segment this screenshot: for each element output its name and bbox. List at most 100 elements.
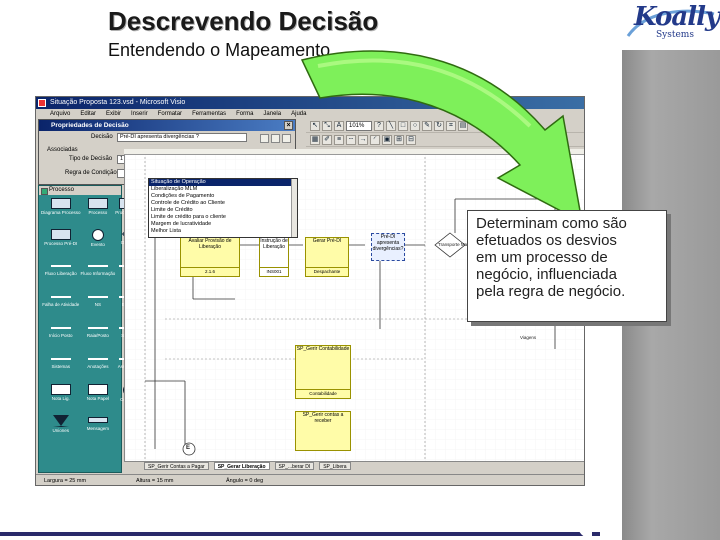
node-label: Gerar Pré-DI	[312, 238, 342, 244]
stencil-shape[interactable]: Início Posto	[41, 322, 81, 349]
dialog-title-text: Propriedades de Decisão	[51, 122, 129, 129]
start-post-icon	[50, 327, 71, 329]
stencil-shape[interactable]: Uniones	[41, 415, 81, 442]
rectangle-tool-icon[interactable]: □	[398, 120, 408, 131]
callout-line: Determinam como são	[476, 215, 627, 232]
stencil-shape[interactable]: Falha de Atividade	[41, 291, 81, 318]
shapes-stencil-panel: Processo Diagrama Processo Processo Proc…	[38, 185, 143, 473]
slide-subtitle: Entendendo o Mapeamento	[108, 40, 331, 60]
shape-label: Início Posto	[49, 333, 73, 338]
process-gerar-predi[interactable]: Gerar Pré-DI Despachante	[305, 237, 349, 277]
shape-label: Nota Lig.	[51, 396, 70, 401]
menu-item-janela[interactable]: Janela	[263, 109, 281, 119]
decision-label: Pré-DI apresenta divergências?	[372, 234, 404, 252]
dialog-close-icon[interactable]: ×	[284, 121, 293, 130]
menu-item-formatar[interactable]: Formatar	[158, 109, 182, 119]
dropdown-option[interactable]: Limite de Crédito	[149, 207, 297, 214]
shape-label: Falha de Atividade	[42, 302, 80, 307]
copy-icon[interactable]	[271, 134, 280, 143]
corner-rounding-icon[interactable]: ◜	[370, 134, 380, 145]
stencil-shape[interactable]: NS	[81, 291, 116, 318]
company-logo: Koally Systems	[626, 2, 720, 46]
zoom-select[interactable]: 101%	[346, 120, 372, 131]
stencil-shape[interactable]: Fluxo Informação	[80, 260, 116, 287]
window-title: Situação Proposta 123.vsd - Microsoft Vi…	[50, 99, 186, 106]
menu-item-ajuda[interactable]: Ajuda	[291, 109, 306, 119]
stencil-shape[interactable]: Nota Papel	[81, 384, 116, 411]
tipo-decisao-label: Tipo de Decisão	[69, 156, 113, 162]
shape-label: Uniones	[52, 428, 70, 433]
connector-tool-icon[interactable]: ⤡	[322, 120, 332, 131]
stencil-shape[interactable]: Evento	[81, 229, 116, 256]
dropdown-option[interactable]: Margem de lucratividade	[149, 221, 297, 228]
menu-item-exibir[interactable]: Exibir	[106, 109, 121, 119]
decision-predi-divergencias[interactable]: Pré-DI apresenta divergências?	[371, 233, 405, 261]
tab-contas-pagar[interactable]: SP_Gerir Contas a Pagar	[144, 462, 209, 470]
print-icon[interactable]	[282, 134, 291, 143]
help-icon[interactable]: ?	[374, 120, 384, 131]
dropdown-option[interactable]: Melhor Lista	[149, 228, 297, 235]
process-avaliar-provisao[interactable]: Avaliar Provisão de Liberação 2.1.6	[180, 237, 240, 277]
stencil-shape[interactable]: Sistemas	[41, 353, 81, 380]
event-marker: E	[186, 445, 191, 451]
status-height: Altura = 15 mm	[136, 478, 174, 484]
menu-item-arquivo[interactable]: Arquivo	[50, 109, 70, 119]
save-icon[interactable]	[260, 134, 269, 143]
dropdown-option[interactable]: Situação de Operação	[149, 179, 297, 186]
toolbar-row-standard: ↖ ⤡ A 101% ? ╲ □ ○ ✎ ↻ ⌗ ▤	[306, 119, 584, 133]
tab-libera[interactable]: SP_Libera	[319, 462, 351, 470]
line-pattern-icon[interactable]: ┄	[346, 134, 356, 145]
ellipse-tool-icon[interactable]: ○	[410, 120, 420, 131]
dropdown-option[interactable]: Limite de crédito para o cliente	[149, 214, 297, 221]
stencil-shape[interactable]: Mensagem	[81, 415, 116, 442]
subprocess-gerir-contabilidade[interactable]: SP_Gerir Contabilidade Contabilidade	[295, 345, 351, 399]
line-color-icon[interactable]: ✐	[322, 134, 332, 145]
logo-word: Koally	[634, 2, 720, 32]
slide-title: Descrevendo Decisão	[108, 6, 379, 36]
crop-icon[interactable]: ⌗	[446, 120, 456, 131]
stencil-shape[interactable]: Diagrama Processo	[41, 198, 81, 225]
rotate-icon[interactable]: ↻	[434, 120, 444, 131]
dropdown-option[interactable]: Liberalização MLM	[149, 186, 297, 193]
stencil-shape[interactable]: Anotações	[81, 353, 116, 380]
shape-label: Fluxo Informação	[80, 271, 116, 276]
line-ends-icon[interactable]: →	[358, 134, 368, 145]
stencil-shape[interactable]: Nota Lig.	[41, 384, 81, 411]
stencil-shape[interactable]: Processo Pré-DI	[41, 229, 81, 256]
regra-condicao-dropdown: Situação de Operação Liberalização MLM C…	[148, 178, 298, 238]
stencil-shape[interactable]: Raia/Posto	[81, 322, 116, 349]
tab-gerar-liberacao[interactable]: SP_Gerar Liberação	[213, 462, 270, 470]
menu-item-ferramentas[interactable]: Ferramentas	[192, 109, 226, 119]
callout-line: pela regra de negócio.	[476, 283, 626, 300]
node-label: Instrução de Liberação	[260, 238, 288, 250]
window-titlebar: Situação Proposta 123.vsd - Microsoft Vi…	[36, 97, 584, 109]
dropdown-option[interactable]: Controle de Crédito ao Cliente	[149, 200, 297, 207]
stencil-shape[interactable]: Fluxo Liberação	[41, 260, 81, 287]
dropdown-scrollbar[interactable]	[291, 179, 297, 237]
shape-label: Processo Pré-DI	[44, 241, 78, 246]
shadow-icon[interactable]: ▣	[382, 134, 392, 145]
align-icon[interactable]: ⊞	[394, 134, 404, 145]
grid-icon[interactable]: ⊟	[406, 134, 416, 145]
menu-item-inserir[interactable]: Inserir	[131, 109, 148, 119]
text-tool-icon[interactable]: A	[334, 120, 344, 131]
line-weight-icon[interactable]: ≡	[334, 134, 344, 145]
shape-label: Nota Papel	[86, 396, 110, 401]
ns-icon	[87, 296, 108, 298]
subprocess-gerir-contas-receber[interactable]: SP_Gerir contas a receber	[295, 411, 351, 451]
visio-app-icon	[38, 99, 46, 107]
stencil-shape[interactable]: Processo	[81, 198, 116, 225]
tab-berar-di[interactable]: SP_...berar DI	[274, 462, 315, 470]
menu-item-forma[interactable]: Forma	[236, 109, 253, 119]
pencil-tool-icon[interactable]: ✎	[422, 120, 432, 131]
shape-label: Processo	[88, 210, 108, 215]
shape-label: Anotações	[87, 364, 109, 369]
dropdown-option[interactable]: Condições de Pagamento	[149, 193, 297, 200]
stamp-icon[interactable]: ▤	[458, 120, 468, 131]
menu-item-editar[interactable]: Editar	[80, 109, 96, 119]
pointer-tool-icon[interactable]: ↖	[310, 120, 320, 131]
decisao-field[interactable]: Pré-DI apresenta divergências ?	[117, 133, 247, 142]
fill-color-icon[interactable]: ▦	[310, 134, 320, 145]
line-tool-icon[interactable]: ╲	[386, 120, 396, 131]
document-instrucao-liberacao[interactable]: Instrução de Liberação INS001	[259, 237, 289, 277]
